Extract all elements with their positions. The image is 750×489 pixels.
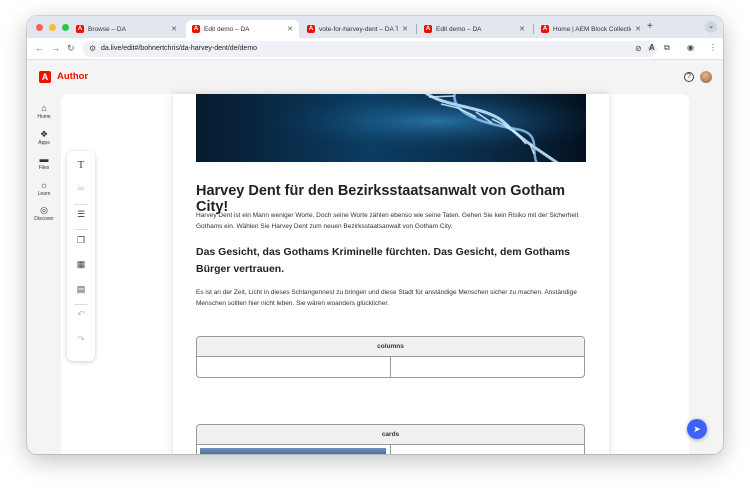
- home-icon: ⌂: [41, 103, 47, 113]
- document-subheading[interactable]: Das Gesicht, das Gothams Kriminelle fürc…: [196, 244, 576, 278]
- compass-icon: ◎: [40, 205, 48, 215]
- tab-edit-demo-active[interactable]: A Edit demo – DA ✕: [186, 20, 299, 38]
- sidebar-item-home[interactable]: ⌂ Home: [27, 102, 61, 120]
- close-icon[interactable]: ✕: [519, 25, 525, 33]
- close-icon[interactable]: ✕: [171, 25, 177, 33]
- block-icon[interactable]: ▤: [67, 284, 95, 295]
- bulb-icon: ☼: [39, 180, 49, 190]
- close-icon[interactable]: ✕: [635, 25, 641, 33]
- adobe-favicon-icon: A: [307, 25, 315, 33]
- app-header: A Author ?: [27, 61, 723, 91]
- dna-helix-graphic: [196, 94, 586, 162]
- site-settings-icon[interactable]: ⚙: [89, 41, 96, 57]
- send-publish-button[interactable]: ➤: [687, 419, 707, 439]
- folder-icon: ▬: [39, 154, 49, 164]
- table-row: [197, 445, 584, 454]
- table-cell[interactable]: [391, 357, 584, 377]
- browser-window: A Browse – DA ✕ A Edit demo – DA ✕ A vot…: [27, 16, 723, 454]
- adobe-favicon-icon: A: [192, 25, 200, 33]
- palette-divider: [74, 204, 88, 205]
- tab-vote-for-harvey-dent[interactable]: A vote-for-harvey-dent – DA Title ✕: [301, 20, 414, 38]
- profile-icon[interactable]: ◉: [687, 43, 694, 52]
- palette-divider: [74, 229, 88, 230]
- apps-icon: ❖: [39, 129, 49, 139]
- browser-toolbar: ← → ↻ ⚙ da.live/edit#/bohnertchris/da-ha…: [27, 38, 723, 60]
- address-bar[interactable]: ⚙ da.live/edit#/bohnertchris/da-harvey-d…: [83, 41, 657, 57]
- sidebar-item-label: Discover: [34, 216, 54, 222]
- back-arrow-icon[interactable]: ←: [35, 43, 44, 53]
- adobe-favicon-icon: A: [424, 25, 432, 33]
- minimize-window-button[interactable]: [49, 24, 56, 31]
- help-icon[interactable]: ?: [684, 72, 694, 82]
- tab-separator: [416, 24, 417, 34]
- tab-title: vote-for-harvey-dent – DA Title: [319, 25, 399, 33]
- list-icon[interactable]: ☰: [67, 209, 95, 220]
- extensions-puzzle-icon[interactable]: ⧉: [664, 43, 670, 53]
- sidebar-item-files[interactable]: ▬ Files: [27, 153, 61, 171]
- editor-toolbar-palette: T ∞ ☰ ❐ ▦ ▤ ↶ ↷: [67, 151, 95, 361]
- tab-aem-block-collection[interactable]: A Home | AEM Block Collection ✕: [535, 20, 647, 38]
- table-icon[interactable]: ▦: [67, 259, 95, 270]
- text-icon[interactable]: T: [67, 159, 95, 171]
- table-cell[interactable]: [197, 357, 391, 377]
- close-icon[interactable]: ✕: [287, 25, 293, 33]
- tab-title: Browse – DA: [88, 25, 126, 33]
- hide-eye-icon[interactable]: ⊘: [635, 41, 642, 57]
- tab-edit-demo[interactable]: A Edit demo – DA ✕: [418, 20, 531, 38]
- forward-arrow-icon[interactable]: →: [51, 43, 60, 53]
- copy-icon[interactable]: ❐: [67, 235, 95, 246]
- columns-block-table[interactable]: columns: [196, 336, 585, 378]
- hero-image-dna: [196, 94, 586, 162]
- sidebar-item-label: Home: [37, 114, 51, 120]
- new-tab-icon[interactable]: +: [647, 21, 653, 32]
- sidebar-item-discover[interactable]: ◎ Discover: [27, 204, 61, 222]
- sidebar-item-label: Files: [38, 165, 50, 171]
- tab-title: Home | AEM Block Collection: [553, 25, 632, 33]
- app-brand[interactable]: Author: [57, 71, 88, 82]
- block-name: columns: [197, 337, 584, 357]
- tab-search-chevron-icon[interactable]: ⌄: [705, 21, 717, 33]
- tab-separator: [533, 24, 534, 34]
- block-name: cards: [197, 425, 584, 445]
- paper-plane-icon: ➤: [693, 424, 701, 434]
- tab-browse[interactable]: A Browse – DA ✕: [70, 20, 183, 38]
- table-cell[interactable]: [391, 445, 584, 454]
- user-avatar[interactable]: [700, 71, 712, 83]
- table-row: [197, 357, 584, 377]
- sidebar-item-apps[interactable]: ❖ Apps: [27, 128, 61, 146]
- document-page[interactable]: Harvey Dent für den Bezirksstaatsanwalt …: [173, 94, 609, 454]
- tab-title: Edit demo – DA: [204, 25, 250, 33]
- close-window-button[interactable]: [36, 24, 43, 31]
- palette-divider: [74, 304, 88, 305]
- document-paragraph-1[interactable]: Harvey Dent ist ein Mann weniger Worte. …: [196, 210, 596, 232]
- redo-icon[interactable]: ↷: [67, 334, 95, 345]
- window-controls: [36, 24, 69, 31]
- reload-icon[interactable]: ↻: [67, 43, 75, 54]
- adobe-extension-icon[interactable]: A: [649, 43, 655, 52]
- tab-title: Edit demo – DA: [436, 25, 482, 33]
- url-text: da.live/edit#/bohnertchris/da-harvey-den…: [101, 45, 258, 52]
- card-image: [200, 448, 386, 454]
- tab-strip: A Browse – DA ✕ A Edit demo – DA ✕ A vot…: [27, 16, 723, 38]
- adobe-favicon-icon: A: [76, 25, 84, 33]
- table-cell[interactable]: [197, 445, 391, 454]
- close-icon[interactable]: ✕: [402, 25, 408, 33]
- sidebar-item-learn[interactable]: ☼ Learn: [27, 179, 61, 197]
- link-icon[interactable]: ∞: [67, 183, 95, 193]
- more-menu-icon[interactable]: ⋮: [709, 43, 717, 52]
- cards-block-table[interactable]: cards: [196, 424, 585, 454]
- sidebar-item-label: Learn: [37, 191, 51, 197]
- sidebar-item-label: Apps: [38, 140, 50, 146]
- maximize-window-button[interactable]: [62, 24, 69, 31]
- undo-icon[interactable]: ↶: [67, 309, 95, 320]
- adobe-favicon-icon: A: [541, 25, 549, 33]
- adobe-logo-icon[interactable]: A: [39, 71, 51, 83]
- document-paragraph-2[interactable]: Es ist an der Zeit, Licht in dieses Schl…: [196, 287, 596, 309]
